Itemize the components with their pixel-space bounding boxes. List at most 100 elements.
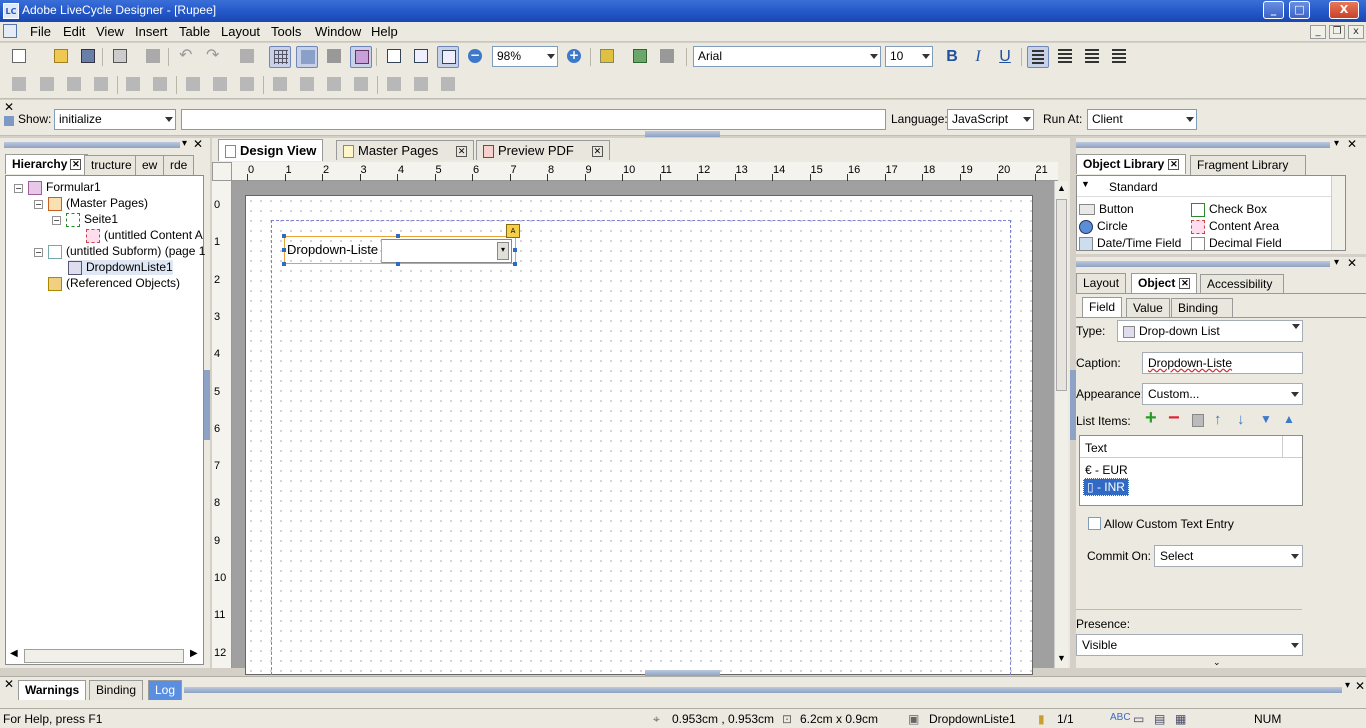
expand-more-icon[interactable]: ⌄ [1213,657,1221,668]
align-left-edges-icon[interactable] [8,74,30,96]
library-item-checkbox[interactable]: Check Box [1191,202,1267,217]
scroll-down-icon[interactable]: ▼ [1057,653,1066,663]
object-close-icon[interactable]: ✕ [1347,256,1357,270]
justify-icon[interactable] [1108,46,1130,68]
subtab-value[interactable]: Value [1126,298,1170,318]
distribute-across-icon[interactable] [182,74,204,96]
bring-front-icon[interactable] [323,74,345,96]
remove-item-icon[interactable]: − [1168,407,1180,430]
view-icon-2[interactable]: ▤ [1154,712,1165,726]
scroll-left-icon[interactable]: ◀ [10,648,18,659]
presence-select[interactable]: Visible [1076,634,1303,656]
menu-window[interactable]: Window [315,24,361,39]
collapse-icon[interactable]: − [14,184,23,193]
show-objects-icon[interactable] [350,46,372,68]
scroll-up-icon[interactable]: ▲ [1057,183,1066,193]
tab-log[interactable]: Log [148,680,183,700]
collapse-icon[interactable]: − [34,200,43,209]
subtab-field[interactable]: Field [1082,297,1123,317]
library-item-datetime[interactable]: Date/Time Field [1079,236,1181,251]
find-icon[interactable] [236,46,258,68]
open-icon[interactable] [50,46,72,68]
align-right-edges-icon[interactable] [36,74,58,96]
snap-grid-icon[interactable] [296,46,318,68]
object-info-icon[interactable] [596,46,618,68]
spellcheck-icon[interactable] [629,46,651,68]
object-menu-icon[interactable]: ▾ [1334,257,1339,268]
center-page-icon[interactable] [236,74,258,96]
maximize-button[interactable]: □ [1289,1,1310,19]
design-canvas[interactable]: Dropdown-Liste ▾ A [232,181,1058,680]
page-icon[interactable] [383,46,405,68]
subtab-binding[interactable]: Binding [1171,298,1233,318]
move-down-icon[interactable]: ↓ [1237,411,1245,428]
align-bottom-icon[interactable] [90,74,112,96]
view-icon-3[interactable]: ▦ [1175,712,1186,726]
align-center-icon[interactable] [1054,46,1076,68]
fit-width-icon[interactable] [437,46,459,68]
doc-restore-icon[interactable]: ❐ [1329,25,1345,39]
tab-object-library[interactable]: Object Library ✕ [1076,154,1187,174]
redo-icon[interactable]: ↷ [202,46,224,68]
menu-view[interactable]: View [96,24,124,39]
dropdown-field[interactable]: Dropdown-Liste ▾ [284,236,516,264]
caption-input[interactable]: Dropdown-Liste [1142,352,1303,374]
zoom-out-icon[interactable]: − [464,46,486,68]
ungroup-icon[interactable] [296,74,318,96]
library-item-decimal[interactable]: Decimal Field [1191,236,1282,251]
commit-on-select[interactable]: Select [1154,545,1303,567]
split-cells-icon[interactable] [410,74,432,96]
library-menu-icon[interactable]: ▾ [1334,138,1339,149]
underline-button[interactable]: U [994,46,1016,68]
move-up-icon[interactable]: ↑ [1214,411,1222,428]
tab-structure[interactable]: tructure [84,155,139,175]
grid-icon[interactable] [269,46,291,68]
zoom-select[interactable]: 98% [492,46,558,67]
library-item-circle[interactable]: Circle [1079,219,1128,234]
library-close-icon[interactable]: ✕ [1347,137,1357,151]
align-top-icon[interactable] [63,74,85,96]
tab-fragment-library[interactable]: Fragment Library [1190,155,1306,175]
menu-edit[interactable]: Edit [63,24,85,39]
bottom-close-icon[interactable]: ✕ [4,677,14,691]
script-input[interactable] [181,109,886,130]
move-bottom-icon[interactable]: ▼ [1260,412,1272,426]
close-button[interactable]: X [1329,1,1359,19]
list-item-eur[interactable]: € - EUR [1085,463,1128,477]
bottom-panel-close-icon[interactable]: ✕ [1355,679,1365,693]
tab-binding-log[interactable]: Binding [89,680,144,700]
menu-tools[interactable]: Tools [271,24,301,39]
left-splitter[interactable] [204,370,210,440]
script-expand-icon[interactable] [4,116,14,126]
minimize-button[interactable]: _ [1263,1,1284,19]
show-event-select[interactable]: initialize [54,109,176,130]
tab-accessibility[interactable]: Accessibility [1200,274,1284,294]
align-vcenter-icon[interactable] [122,74,144,96]
library-item-button[interactable]: Button [1079,202,1134,216]
appearance-select[interactable]: Custom... [1142,383,1303,405]
print-icon[interactable] [109,46,131,68]
font-select[interactable]: Arial [693,46,881,67]
tree-item-referenced[interactable]: (Referenced Objects) [48,276,180,291]
panel-menu-icon[interactable]: ▾ [182,138,187,149]
menu-insert[interactable]: Insert [135,24,168,39]
fit-height-icon[interactable] [410,46,432,68]
doc-minimize-icon[interactable]: _ [1310,25,1326,39]
tab-master-pages[interactable]: Master Pages ✕ [336,140,475,160]
type-select[interactable]: Drop-down List [1117,320,1303,342]
tree-item-form[interactable]: Formular1 [28,180,101,195]
list-item-inr[interactable]: ▯ - INR [1083,478,1129,496]
collapse-icon[interactable]: − [34,248,43,257]
align-left-icon[interactable] [1027,46,1049,68]
language-select[interactable]: JavaScript [947,109,1034,130]
splitter-handle[interactable] [645,131,720,137]
spell-status-icon[interactable]: ABC [1110,712,1131,723]
tree-item-dropdown[interactable]: DropdownListe1 [68,260,173,275]
library-scrollbar[interactable] [1331,176,1345,250]
canvas-vscrollbar[interactable]: ▲ ▼ [1054,181,1068,668]
format-painter-icon[interactable] [142,46,164,68]
snap-guides-icon[interactable] [323,46,345,68]
scroll-right-icon[interactable]: ▶ [190,648,198,659]
new-icon[interactable] [8,46,30,68]
menu-table[interactable]: Table [179,24,210,39]
